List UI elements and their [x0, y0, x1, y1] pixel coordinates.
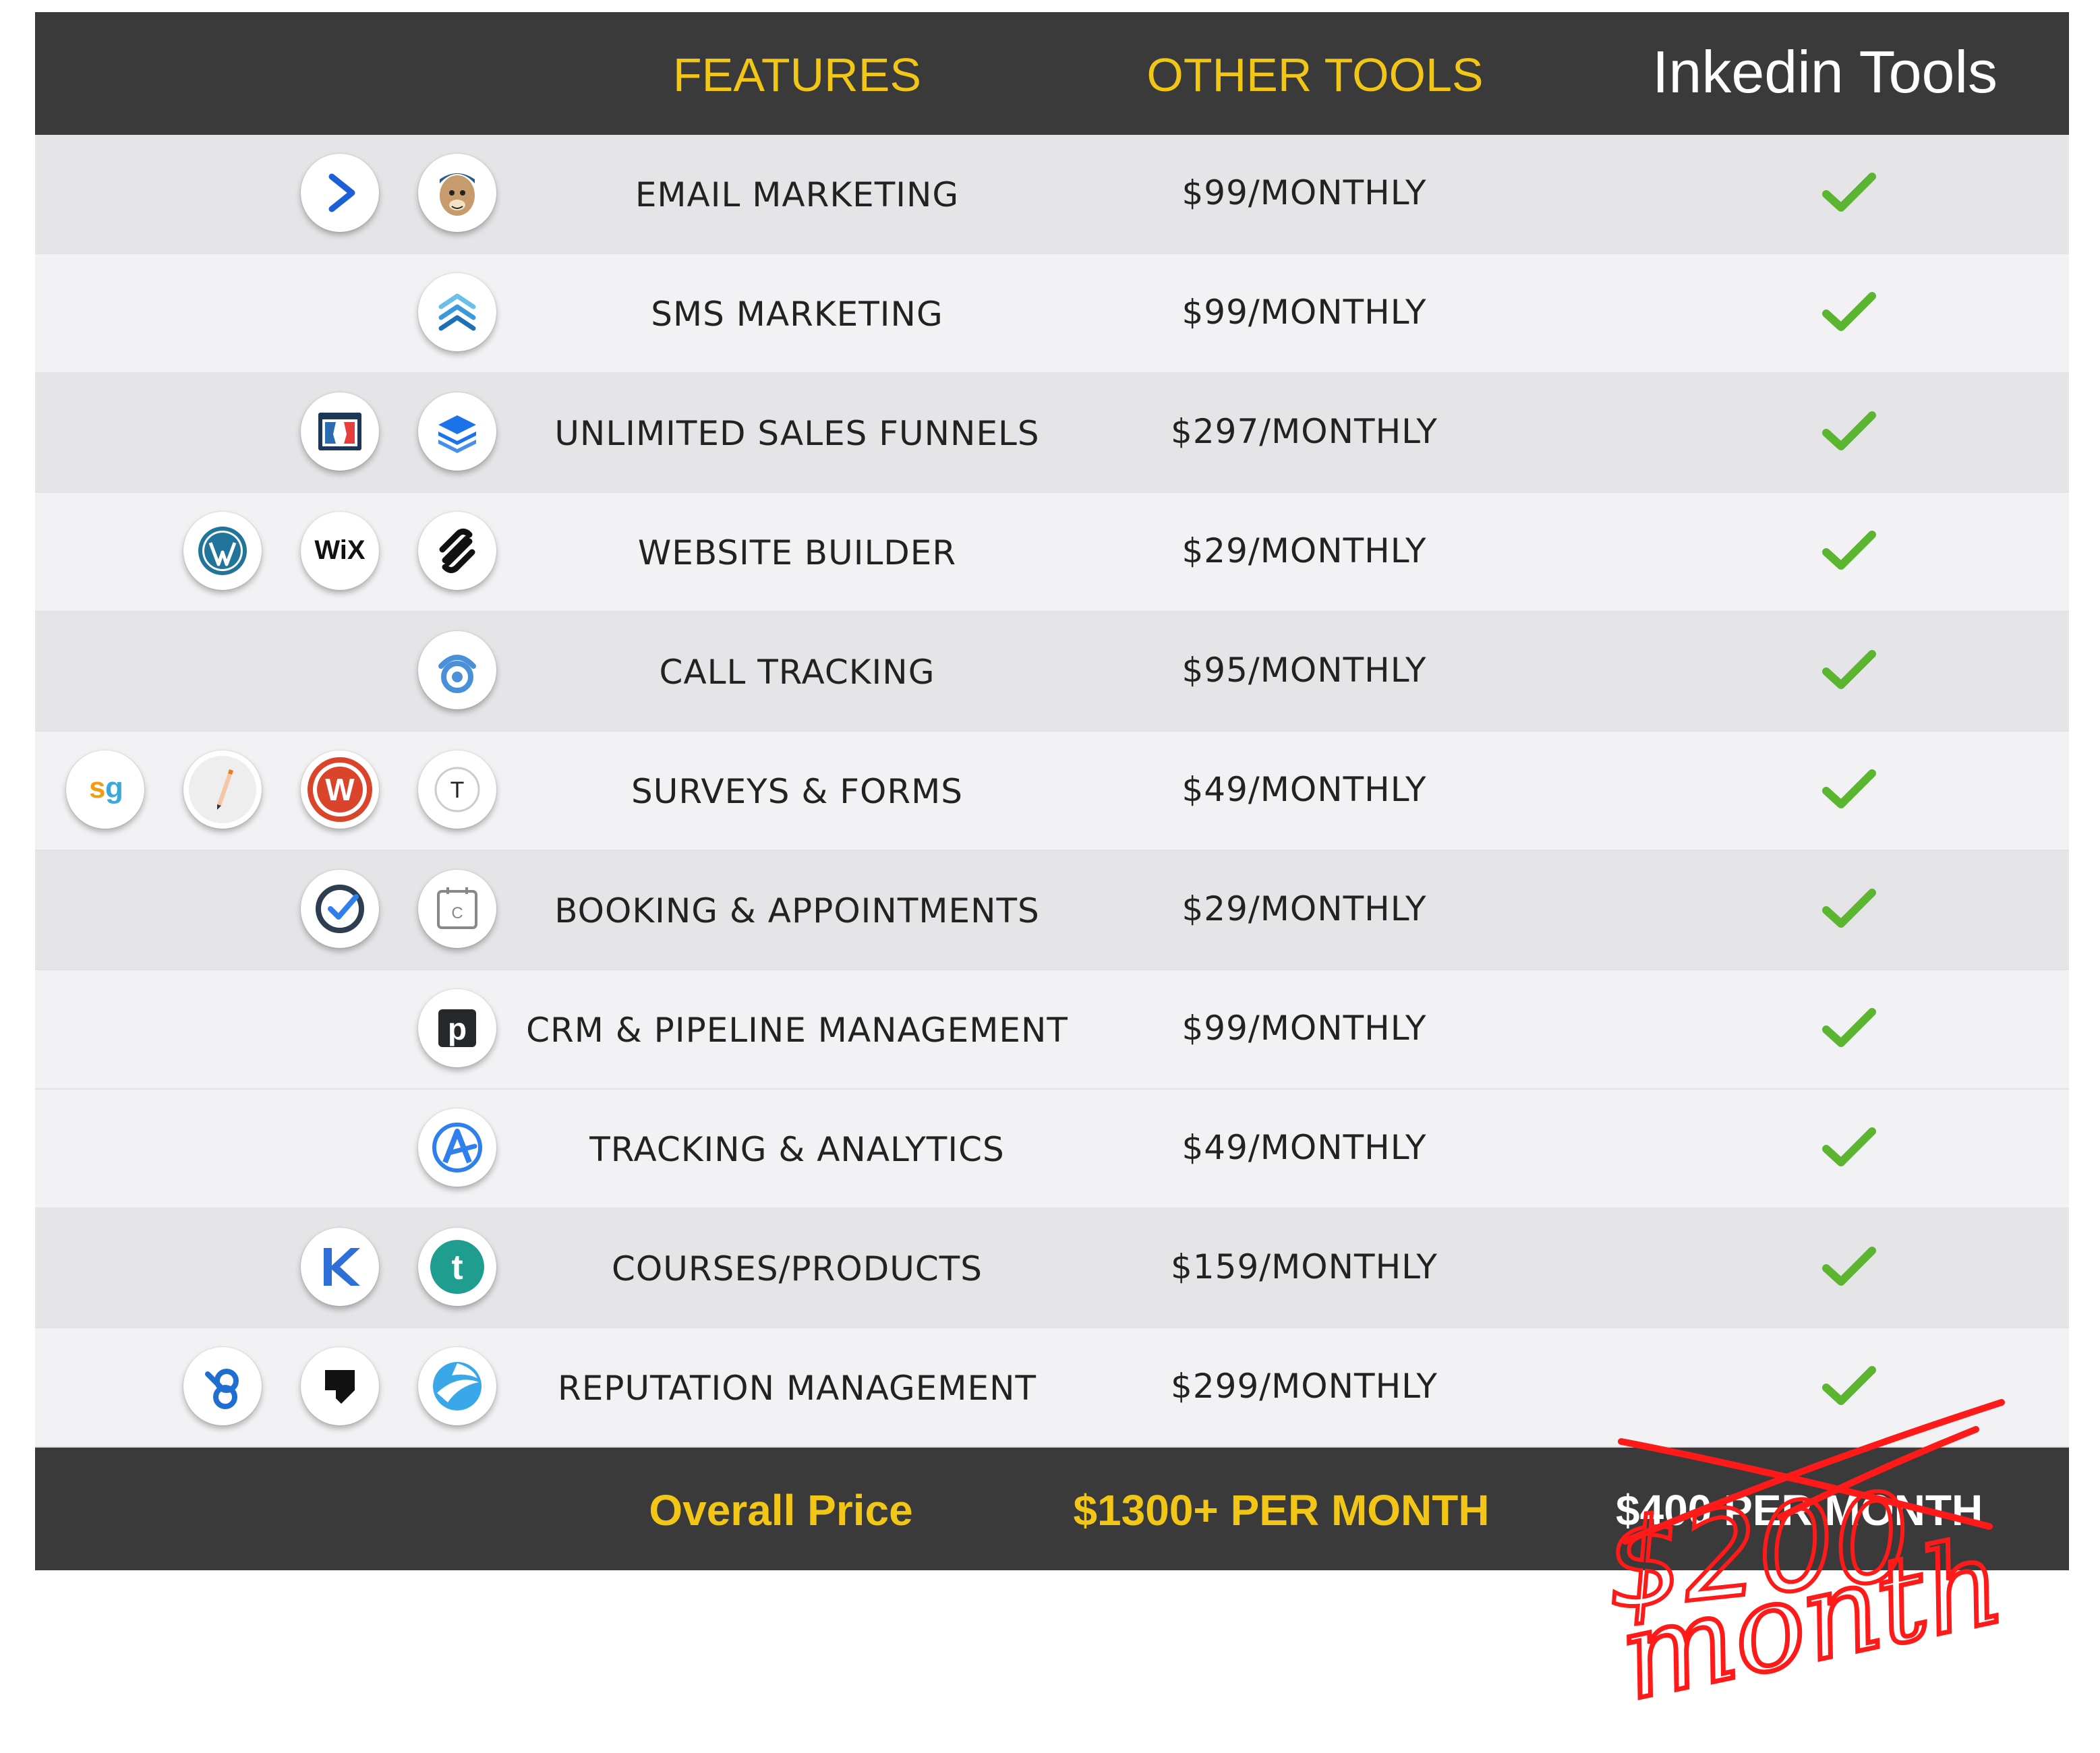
layers-icon	[418, 392, 496, 471]
check-icon	[1822, 1247, 1876, 1286]
table-row: SMS MARKETING $99/MONTHLY	[35, 254, 2069, 374]
table-row: WiX WEBSITE BUILDER $29/MONTHLY	[35, 493, 2069, 612]
other-tools-price: $99/MONTHLY	[1182, 1009, 1427, 1048]
comparison-table: FEATURES OTHER TOOLS Inkedin Tools EMAIL…	[35, 12, 2069, 1570]
svg-text:p: p	[448, 1011, 467, 1046]
other-tools-price: $95/MONTHLY	[1182, 651, 1427, 690]
check-icon	[1822, 1127, 1876, 1166]
podium-icon	[301, 1347, 379, 1425]
svg-text:t: t	[451, 1248, 463, 1287]
teachable-icon: t	[418, 1228, 496, 1306]
wix-icon: WiX	[301, 512, 379, 590]
sms-chevrons-icon	[418, 273, 496, 351]
check-icon	[1822, 292, 1876, 331]
other-tools-price: $299/MONTHLY	[1171, 1367, 1438, 1406]
check-icon	[1822, 531, 1876, 570]
check-icon	[1822, 1008, 1876, 1047]
swirl-icon	[418, 1347, 496, 1425]
svg-text:W: W	[325, 772, 355, 807]
other-tools-column-header: OTHER TOOLS	[1146, 49, 1484, 101]
feature-label: CRM & PIPELINE MANAGEMENT	[526, 1011, 1068, 1050]
analytics-icon	[418, 1108, 496, 1187]
table-row: TRACKING & ANALYTICS $49/MONTHLY	[35, 1090, 2069, 1209]
feature-label: UNLIMITED SALES FUNNELS	[554, 414, 1040, 453]
check-icon	[1822, 769, 1876, 808]
other-tools-price: $29/MONTHLY	[1182, 531, 1427, 570]
call-tracking-icon	[418, 631, 496, 709]
feature-label: BOOKING & APPOINTMENTS	[554, 891, 1040, 930]
features-column-header: FEATURES	[672, 49, 922, 101]
other-tools-price: $99/MONTHLY	[1182, 173, 1427, 212]
other-tools-price: $29/MONTHLY	[1182, 889, 1427, 928]
overall-price-label: Overall Price	[649, 1486, 913, 1535]
feature-label: COURSES/PRODUCTS	[611, 1249, 983, 1288]
check-icon	[1822, 173, 1876, 212]
table-header: FEATURES OTHER TOOLS Inkedin Tools	[35, 12, 2069, 135]
acuity-check-icon	[301, 870, 379, 948]
feature-label: SMS MARKETING	[651, 295, 943, 334]
feature-label: EMAIL MARKETING	[635, 175, 960, 214]
svg-text:WiX: WiX	[314, 535, 366, 565]
check-icon	[1822, 411, 1876, 450]
pencil-icon	[183, 750, 262, 829]
feature-label: WEBSITE BUILDER	[637, 533, 957, 572]
check-icon	[1822, 650, 1876, 689]
mailchimp-icon	[418, 154, 496, 232]
feature-label: TRACKING & ANALYTICS	[589, 1130, 1005, 1169]
svg-text:s: s	[89, 771, 105, 804]
table-row: UNLIMITED SALES FUNNELS $297/MONTHLY	[35, 374, 2069, 493]
svg-text:T: T	[450, 777, 465, 803]
other-tools-price: $297/MONTHLY	[1171, 412, 1438, 451]
svg-text:C: C	[451, 904, 463, 922]
activecampaign-icon	[301, 154, 379, 232]
other-tools-total: $1300+ PER MONTH	[1073, 1486, 1490, 1535]
wordpress-icon	[183, 512, 262, 590]
typeform-icon: T	[418, 750, 496, 829]
feature-label: CALL TRACKING	[659, 653, 935, 692]
table-row: sg W T SURVEYS & FORMS $49/MONTHLY	[35, 732, 2069, 851]
table-row: t COURSES/PRODUCTS $159/MONTHLY	[35, 1209, 2069, 1328]
calendly-icon: C	[418, 870, 496, 948]
kajabi-icon	[301, 1228, 379, 1306]
other-tools-price: $49/MONTHLY	[1182, 770, 1427, 809]
inkedin-tools-price: $400 PER MONTH	[1616, 1486, 1983, 1535]
other-tools-price: $99/MONTHLY	[1182, 293, 1427, 332]
inkedin-tools-column-header: Inkedin Tools	[1652, 38, 1998, 105]
table-footer: Overall Price $1300+ PER MONTH $400 PER …	[35, 1448, 2069, 1570]
feature-label: REPUTATION MANAGEMENT	[557, 1369, 1037, 1408]
other-tools-price: $49/MONTHLY	[1182, 1128, 1427, 1167]
pipedrive-icon: p	[418, 989, 496, 1067]
table-row: CALL TRACKING $95/MONTHLY	[35, 612, 2069, 732]
feature-label: SURVEYS & FORMS	[631, 772, 963, 811]
birdeye-icon	[183, 1347, 262, 1425]
table-row: p CRM & PIPELINE MANAGEMENT $99/MONTHLY	[35, 970, 2069, 1090]
table-row: EMAIL MARKETING $99/MONTHLY	[35, 135, 2069, 254]
table-row: REPUTATION MANAGEMENT $299/MONTHLY	[35, 1328, 2069, 1448]
surveygizmo-icon: sg	[66, 750, 144, 829]
check-icon	[1822, 889, 1876, 928]
squarespace-icon	[418, 512, 496, 590]
table-row: C BOOKING & APPOINTMENTS $29/MONTHLY	[35, 851, 2069, 970]
clickfunnels-icon	[301, 392, 379, 471]
check-icon	[1822, 1366, 1876, 1405]
other-tools-price: $159/MONTHLY	[1171, 1247, 1438, 1286]
wufoo-icon: W	[301, 750, 379, 829]
svg-text:g: g	[105, 771, 123, 804]
